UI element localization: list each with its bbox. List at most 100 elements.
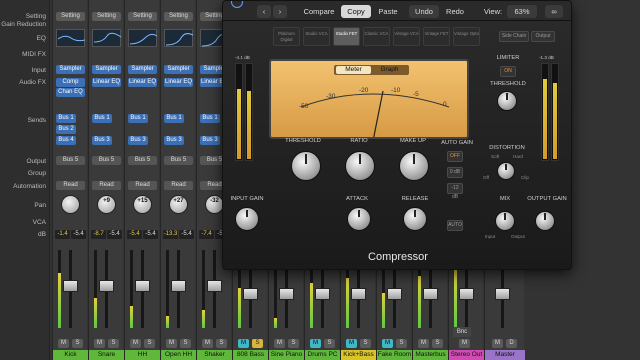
mute-button[interactable]: M — [58, 339, 69, 348]
send-slot-1[interactable]: Bus 1 — [56, 114, 76, 123]
input-slot[interactable]: Sampler — [92, 65, 121, 74]
next-setting-button[interactable]: › — [273, 5, 287, 18]
distortion-knob[interactable] — [497, 162, 515, 180]
makeup-knob[interactable] — [399, 151, 429, 181]
mute-button[interactable]: M — [459, 339, 470, 348]
audio-fx-slot-1[interactable]: Linear EQ — [128, 78, 157, 87]
volume-fader[interactable] — [315, 288, 330, 300]
solo-button[interactable]: S — [72, 339, 83, 348]
send-slot-2[interactable]: Bus 2 — [56, 125, 76, 134]
model-studio-fet[interactable]: Studio FET — [333, 27, 360, 46]
model-studio-vca[interactable]: Studio VCA — [303, 27, 330, 46]
track-name[interactable]: HH — [125, 350, 160, 360]
send-slot-3[interactable]: Bus 3 — [92, 136, 112, 145]
auto-gain-minus12-button[interactable]: -12 dB — [447, 183, 463, 200]
send-slot-1[interactable]: Bus 1 — [200, 114, 220, 123]
mute-button[interactable]: M — [130, 339, 141, 348]
audio-fx-slot-2[interactable]: Chan EQ — [56, 88, 85, 97]
setting-button[interactable]: Setting — [92, 12, 121, 21]
track-name[interactable]: Stereo Out — [449, 350, 484, 360]
setting-button[interactable]: Setting — [56, 12, 85, 21]
eq-thumbnail[interactable] — [128, 29, 158, 47]
limiter-on-button[interactable]: ON — [500, 66, 516, 77]
solo-button[interactable]: S — [216, 339, 227, 348]
solo-button[interactable]: S — [144, 339, 155, 348]
solo-button[interactable]: S — [396, 339, 407, 348]
auto-release-button[interactable]: AUTO — [447, 220, 463, 231]
volume-fader[interactable] — [171, 280, 186, 292]
view-zoom-select[interactable]: 63% — [507, 5, 537, 18]
output-slot[interactable]: Bus 5 — [56, 156, 85, 165]
dim-button[interactable]: D — [506, 339, 517, 348]
track-name[interactable]: Snare — [89, 350, 124, 360]
threshold-knob[interactable] — [291, 151, 321, 181]
model-platinum-digital[interactable]: Platinum Digital — [273, 27, 300, 46]
track-name[interactable]: Drums PC — [305, 350, 340, 360]
mix-knob[interactable] — [495, 211, 515, 231]
side-chain-button[interactable]: Side Chain — [499, 31, 529, 42]
automation-mode[interactable]: Read — [92, 181, 121, 190]
model-vintage-opto[interactable]: Vintage Opto — [453, 27, 480, 46]
previous-setting-button[interactable]: ‹ — [257, 5, 271, 18]
undo-button[interactable]: Undo — [409, 5, 439, 18]
solo-button[interactable]: S — [360, 339, 371, 348]
copy-button[interactable]: Copy — [341, 5, 371, 18]
bounce-button[interactable]: Bnc — [453, 327, 471, 337]
release-knob[interactable] — [403, 207, 427, 231]
solo-button[interactable]: S — [252, 339, 263, 348]
mute-button[interactable]: M — [418, 339, 429, 348]
volume-fader[interactable] — [63, 280, 78, 292]
auto-gain-0db-button[interactable]: 0 dB — [447, 167, 463, 178]
audio-fx-slot-1[interactable]: Linear EQ — [92, 78, 121, 87]
solo-button[interactable]: S — [180, 339, 191, 348]
track-name[interactable]: Shaker — [197, 350, 232, 360]
track-name[interactable]: Open HH — [161, 350, 196, 360]
model-vintage-fet[interactable]: Vintage FET — [423, 27, 450, 46]
track-name[interactable]: 808 Bass — [233, 350, 268, 360]
track-name[interactable]: Kick — [53, 350, 88, 360]
input-slot[interactable]: Sampler — [128, 65, 157, 74]
pan-knob[interactable] — [61, 195, 80, 214]
mute-button[interactable]: M — [382, 339, 393, 348]
volume-fader[interactable] — [423, 288, 438, 300]
solo-button[interactable]: S — [108, 339, 119, 348]
track-name[interactable]: Master — [485, 350, 525, 360]
send-slot-1[interactable]: Bus 1 — [92, 114, 112, 123]
mute-button[interactable]: M — [94, 339, 105, 348]
send-slot-3[interactable]: Bus 3 — [128, 136, 148, 145]
automation-mode[interactable]: Read — [56, 181, 85, 190]
audio-fx-slot-1[interactable]: Comp — [56, 78, 85, 87]
input-slot[interactable]: Sampler — [164, 65, 193, 74]
automation-mode[interactable]: Read — [128, 181, 157, 190]
track-name[interactable]: Masterbus — [413, 350, 448, 360]
compare-button[interactable]: Compare — [299, 5, 339, 18]
attack-knob[interactable] — [347, 207, 371, 231]
limiter-threshold-knob[interactable] — [497, 91, 517, 111]
mute-button[interactable]: M — [274, 339, 285, 348]
link-icon[interactable]: ∞ — [545, 5, 563, 18]
setting-button[interactable]: Setting — [164, 12, 193, 21]
mute-button[interactable]: M — [202, 339, 213, 348]
volume-fader[interactable] — [99, 280, 114, 292]
model-vintage-vca[interactable]: Vintage VCA — [393, 27, 420, 46]
automation-mode[interactable]: Read — [164, 181, 193, 190]
paste-button[interactable]: Paste — [373, 5, 403, 18]
mute-button[interactable]: M — [492, 339, 503, 348]
mute-button[interactable]: M — [166, 339, 177, 348]
solo-button[interactable]: S — [288, 339, 299, 348]
track-name[interactable]: Kick+Bass — [341, 350, 376, 360]
volume-fader[interactable] — [243, 288, 258, 300]
volume-fader[interactable] — [459, 288, 474, 300]
send-slot-3[interactable]: Bus 4 — [56, 136, 76, 145]
output-slot[interactable]: Bus 5 — [92, 156, 121, 165]
volume-fader[interactable] — [279, 288, 294, 300]
input-slot[interactable]: Sampler — [56, 65, 85, 74]
eq-thumbnail[interactable] — [92, 29, 122, 47]
input-gain-knob[interactable] — [235, 207, 259, 231]
send-slot-3[interactable]: Bus 3 — [164, 136, 184, 145]
volume-fader[interactable] — [495, 288, 510, 300]
send-slot-3[interactable]: Bus 3 — [200, 136, 220, 145]
volume-fader[interactable] — [387, 288, 402, 300]
audio-fx-slot-1[interactable]: Linear EQ — [164, 78, 193, 87]
output-slot[interactable]: Bus 5 — [164, 156, 193, 165]
